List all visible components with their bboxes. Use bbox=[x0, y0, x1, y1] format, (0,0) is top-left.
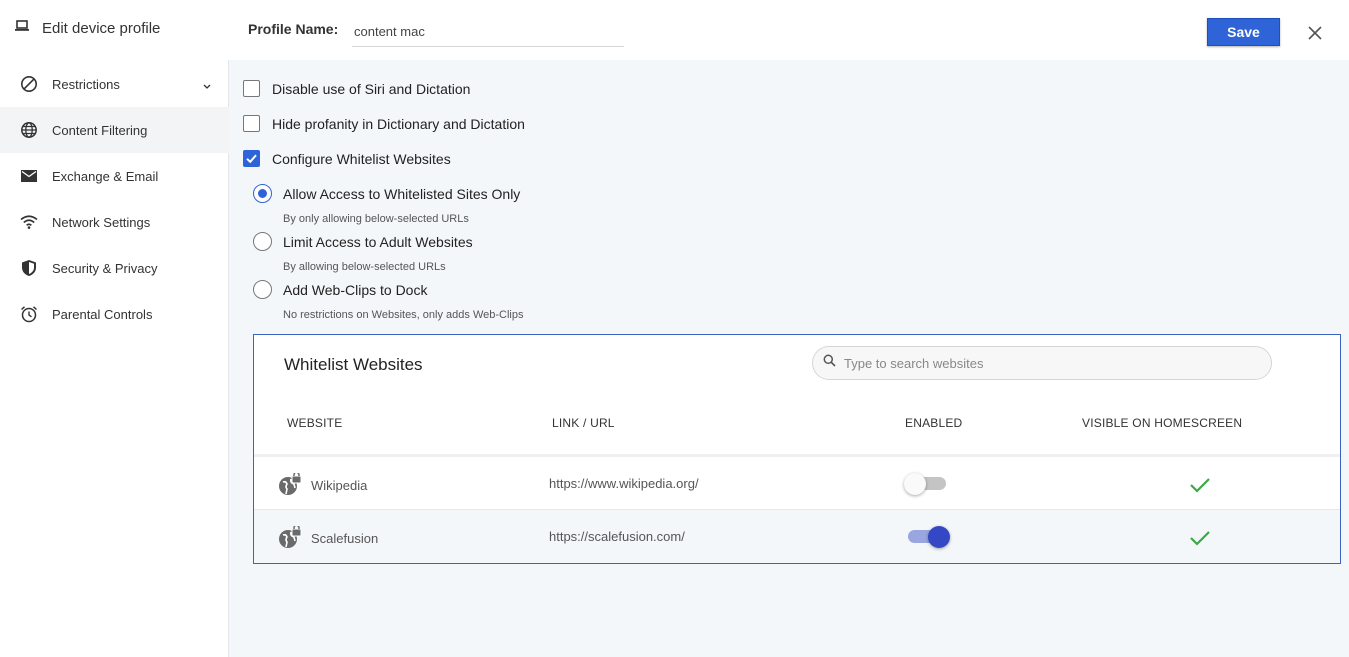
globe-lock-icon bbox=[278, 524, 302, 555]
radio-limit-adult[interactable]: Limit Access to Adult Websites bbox=[253, 232, 473, 251]
column-header-url[interactable]: LINK / URL bbox=[552, 416, 615, 430]
sidebar-item-restrictions[interactable]: Restrictions bbox=[0, 61, 229, 107]
website-url: https://scalefusion.com/ bbox=[549, 529, 685, 544]
disable-siri-checkbox[interactable] bbox=[243, 80, 260, 97]
sidebar-item-security-privacy[interactable]: Security & Privacy bbox=[0, 245, 229, 291]
sidebar-item-label: Parental Controls bbox=[52, 306, 153, 322]
radio-button[interactable] bbox=[253, 280, 272, 299]
column-header-enabled[interactable]: ENABLED bbox=[905, 416, 962, 430]
enabled-toggle[interactable] bbox=[904, 471, 950, 495]
column-header-visible[interactable]: VISIBLE ON HOMESCREEN bbox=[1082, 416, 1242, 430]
configure-whitelist-label: Configure Whitelist Websites bbox=[272, 150, 451, 167]
radio-button[interactable] bbox=[253, 232, 272, 251]
mail-icon bbox=[19, 166, 39, 186]
toggle-knob bbox=[904, 473, 926, 495]
radio-button-selected[interactable] bbox=[253, 184, 272, 203]
search-icon bbox=[823, 354, 836, 372]
laptop-icon bbox=[14, 18, 30, 39]
disable-siri-option[interactable]: Disable use of Siri and Dictation bbox=[243, 80, 470, 97]
globe-lock-icon bbox=[278, 471, 302, 502]
whitelist-websites-card: Whitelist Websites WEBSITE LINK / URL EN… bbox=[253, 334, 1341, 564]
radio-label: Limit Access to Adult Websites bbox=[283, 233, 473, 250]
checkmark-icon bbox=[246, 154, 257, 164]
page-title: Edit device profile bbox=[42, 20, 161, 37]
enabled-toggle[interactable] bbox=[904, 524, 950, 548]
configure-whitelist-checkbox[interactable] bbox=[243, 150, 260, 167]
hide-profanity-option[interactable]: Hide profanity in Dictionary and Dictati… bbox=[243, 115, 525, 132]
disable-siri-label: Disable use of Siri and Dictation bbox=[272, 80, 471, 97]
hide-profanity-label: Hide profanity in Dictionary and Dictati… bbox=[272, 115, 525, 132]
profile-name-label: Profile Name: bbox=[248, 21, 339, 37]
save-button[interactable]: Save bbox=[1207, 18, 1280, 46]
hide-profanity-checkbox[interactable] bbox=[243, 115, 260, 132]
radio-allow-whitelisted[interactable]: Allow Access to Whitelisted Sites Only bbox=[253, 184, 520, 203]
sidebar-item-content-filtering[interactable]: Content Filtering bbox=[0, 107, 229, 153]
chevron-down-icon[interactable] bbox=[202, 78, 212, 96]
table-row[interactable]: Scalefusion https://scalefusion.com/ bbox=[254, 510, 1340, 563]
search-input[interactable] bbox=[844, 355, 1244, 371]
website-url: https://www.wikipedia.org/ bbox=[549, 476, 699, 491]
content-filtering-panel: Disable use of Siri and Dictation Hide p… bbox=[229, 60, 1349, 657]
alarm-clock-icon bbox=[19, 304, 39, 324]
radio-hint: By only allowing below-selected URLs bbox=[283, 213, 469, 225]
sidebar-item-label: Restrictions bbox=[52, 76, 120, 92]
top-bar: Edit device profile Profile Name: Save bbox=[0, 0, 1349, 60]
globe-icon bbox=[19, 120, 39, 140]
sidebar-item-label: Network Settings bbox=[52, 214, 151, 230]
close-icon[interactable] bbox=[1305, 23, 1325, 43]
table-row[interactable]: Wikipedia https://www.wikipedia.org/ bbox=[254, 457, 1340, 510]
sidebar-item-exchange-email[interactable]: Exchange & Email bbox=[0, 153, 229, 199]
radio-web-clips[interactable]: Add Web-Clips to Dock bbox=[253, 280, 427, 299]
toggle-knob bbox=[928, 526, 950, 548]
shield-icon bbox=[19, 258, 39, 278]
website-search-box[interactable] bbox=[812, 346, 1272, 380]
sidebar-item-network-settings[interactable]: Network Settings bbox=[0, 199, 229, 245]
header-title-group: Edit device profile bbox=[14, 18, 160, 39]
block-icon bbox=[19, 74, 39, 94]
whitelist-title: Whitelist Websites bbox=[284, 355, 423, 374]
column-header-website[interactable]: WEBSITE bbox=[287, 416, 342, 430]
check-icon bbox=[1189, 476, 1211, 499]
website-name: Scalefusion bbox=[311, 531, 379, 546]
sidebar-item-label: Security & Privacy bbox=[52, 260, 158, 276]
radio-hint: By allowing below-selected URLs bbox=[283, 261, 446, 273]
sidebar-item-label: Content Filtering bbox=[52, 122, 148, 138]
configure-whitelist-option[interactable]: Configure Whitelist Websites bbox=[243, 150, 451, 167]
radio-label: Add Web-Clips to Dock bbox=[283, 281, 428, 298]
sidebar: Restrictions Content Filtering Exchange … bbox=[0, 60, 229, 657]
radio-hint: No restrictions on Websites, only adds W… bbox=[283, 309, 524, 321]
sidebar-item-label: Exchange & Email bbox=[52, 168, 159, 184]
check-icon bbox=[1189, 529, 1211, 552]
wifi-icon bbox=[19, 212, 39, 232]
sidebar-item-parental-controls[interactable]: Parental Controls bbox=[0, 291, 229, 337]
website-name: Wikipedia bbox=[311, 478, 368, 493]
radio-label: Allow Access to Whitelisted Sites Only bbox=[283, 185, 521, 202]
profile-name-input[interactable] bbox=[352, 16, 624, 47]
